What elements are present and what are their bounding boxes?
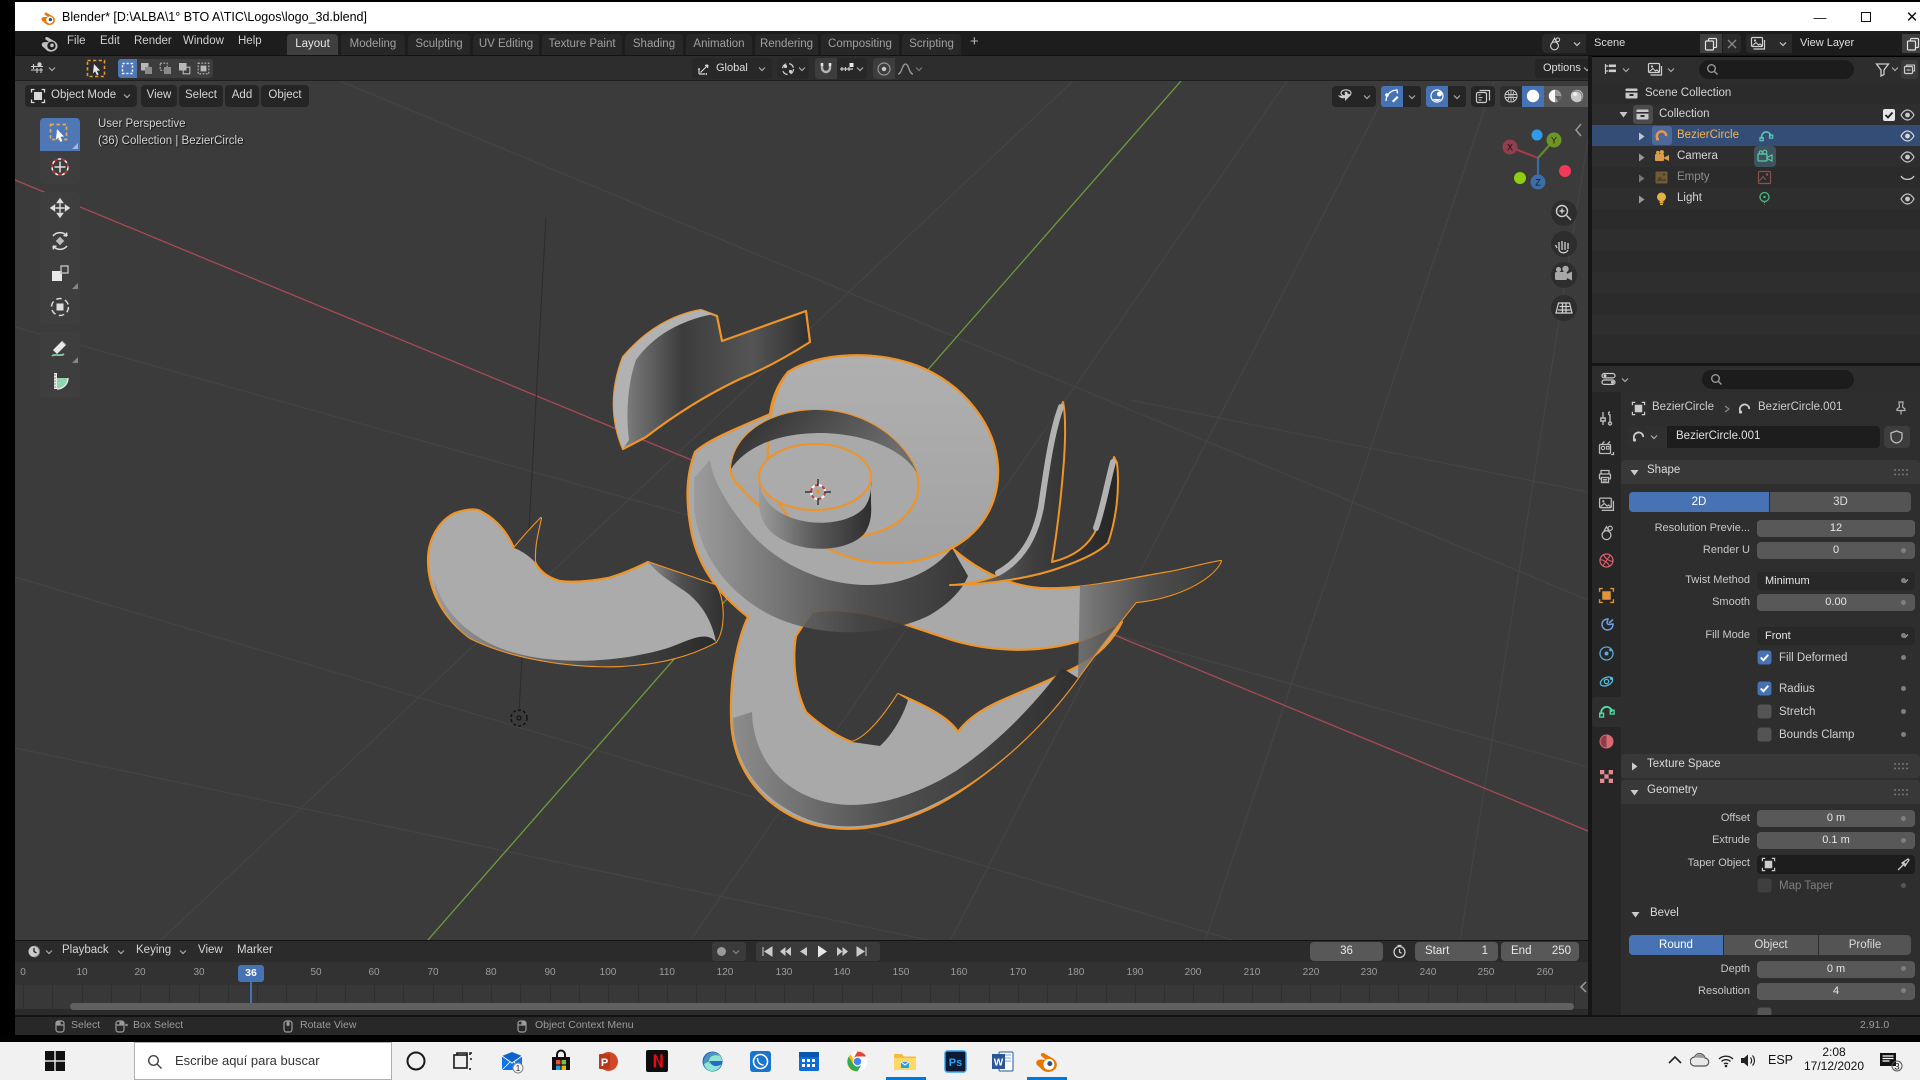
svg-text:1: 1	[516, 1064, 521, 1073]
svg-text:W: W	[994, 1058, 1004, 1069]
svg-text:3: 3	[1894, 1062, 1899, 1073]
svg-text:X: X	[1507, 143, 1513, 153]
svg-text:P: P	[601, 1057, 608, 1069]
svg-text:Z: Z	[1535, 178, 1541, 188]
svg-text:Ps: Ps	[949, 1057, 962, 1069]
svg-text:Y: Y	[1551, 136, 1557, 146]
